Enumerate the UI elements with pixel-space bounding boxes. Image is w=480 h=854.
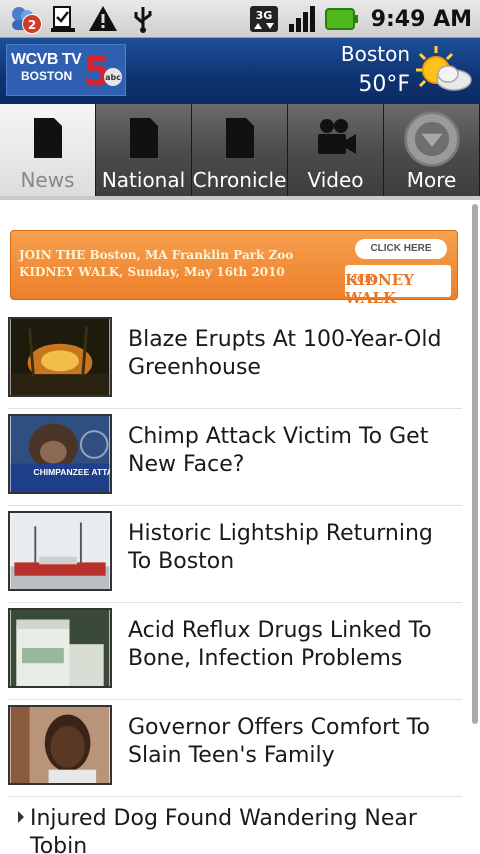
weather-info[interactable]: Boston 50°F (341, 40, 410, 97)
chevron-down-icon (403, 111, 460, 167)
news-headline: Governor Offers Comfort To Slain Teen's … (128, 715, 430, 768)
news-item[interactable]: Historic Lightship Returning To Boston (8, 506, 462, 603)
teen-photo-thumbnail (8, 705, 112, 785)
news-item[interactable]: Acid Reflux Drugs Linked To Bone, Infect… (8, 603, 462, 700)
fire-photo-thumbnail (8, 317, 112, 397)
notification-count-badge: 2 (22, 14, 42, 34)
news-headline: Acid Reflux Drugs Linked To Bone, Infect… (128, 618, 432, 671)
news-text-item[interactable]: Injured Dog Found Wandering Near Tobin (8, 797, 462, 854)
logo-text: WCVB TV (11, 51, 82, 68)
clock: 9:49 AM (370, 6, 472, 32)
news-item[interactable]: Governor Offers Comfort To Slain Teen's … (8, 700, 462, 797)
usb-icon (128, 4, 158, 34)
tab-label: National (101, 168, 186, 192)
news-item[interactable]: Blaze Erupts At 100-Year-Old Greenhouse (8, 312, 462, 409)
document-icon (33, 118, 62, 158)
people-notification-icon[interactable]: 2 (8, 4, 42, 34)
weather-temperature: 50°F (358, 72, 410, 97)
logo-network: abc (105, 73, 121, 82)
ad-banner-text: JOIN THE Boston, MA Franklin Park Zoo KI… (19, 248, 294, 279)
news-headline: Historic Lightship Returning To Boston (128, 521, 433, 574)
news-item[interactable]: CHIMPANZEE ATTACK Chimp Attack Victim To… (8, 409, 462, 506)
network-3g-label: 3G (255, 9, 272, 22)
kidney-walk-logo: 2010 KIDNEY WALK (345, 265, 451, 307)
news-list: Blaze Erupts At 100-Year-Old Greenhouse … (0, 312, 470, 854)
bullet-arrow-icon (18, 811, 24, 823)
logo-channel: 5 (83, 49, 111, 91)
thumb-caption: CHIMPANZEE ATTACK (33, 467, 112, 477)
tab-label: News (20, 168, 75, 192)
battery-icon (324, 4, 359, 34)
tab-video[interactable]: Video (288, 104, 384, 198)
warning-icon (88, 4, 118, 34)
status-bar: 2 3G 9:49 AM (0, 0, 480, 38)
partly-cloudy-icon (416, 46, 472, 91)
document-icon (225, 118, 254, 158)
chimp-photo-thumbnail: CHIMPANZEE ATTACK (8, 414, 112, 494)
notification-icons: 2 (8, 3, 158, 35)
tab-label: Chronicle (192, 168, 287, 192)
ship-photo-thumbnail (8, 511, 112, 591)
tab-more[interactable]: More (384, 104, 480, 198)
tab-news[interactable]: News (0, 104, 96, 198)
weather-city: Boston (340, 42, 410, 66)
logo-subtitle: BOSTON (21, 69, 73, 83)
tab-national[interactable]: National (96, 104, 192, 198)
kidney-walk-name: KIDNEY WALK (345, 271, 414, 307)
scrollbar[interactable] (472, 204, 478, 724)
system-indicators: 3G 9:49 AM (249, 3, 472, 35)
section-tabs: News National Chronicle Video More (0, 104, 480, 198)
channel-5-logo-icon: 5 abc (83, 49, 122, 91)
ad-click-here-button[interactable]: CLICK HERE (355, 239, 447, 259)
download-complete-icon (48, 4, 78, 34)
signal-strength-icon (287, 4, 317, 34)
document-icon (129, 118, 158, 158)
news-headline: Chimp Attack Victim To Get New Face? (128, 424, 429, 477)
video-camera-icon (317, 119, 356, 154)
bottles-photo-thumbnail (8, 608, 112, 688)
tab-label: More (406, 168, 457, 192)
station-logo[interactable]: WCVB TV BOSTON 5 abc (6, 44, 126, 96)
tab-chronicle[interactable]: Chronicle (192, 104, 288, 198)
ad-banner[interactable]: JOIN THE Boston, MA Franklin Park Zoo KI… (10, 230, 458, 307)
tab-label: Video (307, 168, 364, 192)
network-3g-icon: 3G (249, 4, 279, 34)
news-content[interactable]: JOIN THE Boston, MA Franklin Park Zoo KI… (0, 200, 480, 854)
news-headline: Injured Dog Found Wandering Near Tobin (30, 806, 417, 854)
news-headline: Blaze Erupts At 100-Year-Old Greenhouse (128, 327, 442, 380)
app-header: WCVB TV BOSTON 5 abc Boston 50°F (0, 38, 480, 104)
